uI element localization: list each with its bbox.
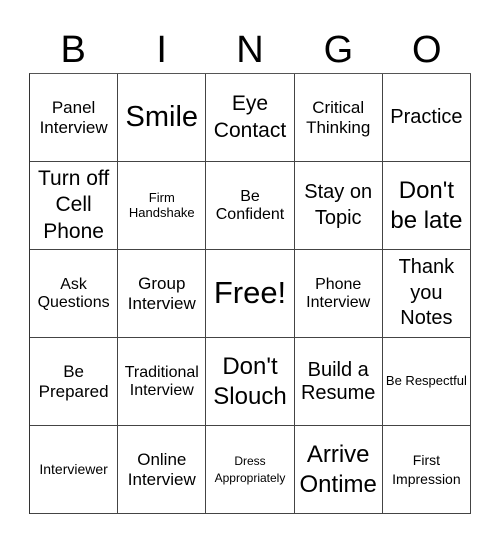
bingo-cell[interactable]: Dress Appropriately: [206, 426, 295, 514]
bingo-cell[interactable]: Online Interview: [118, 426, 207, 514]
bingo-cell[interactable]: Be Respectful: [382, 338, 471, 426]
bingo-header: B I N G O: [29, 28, 471, 72]
bingo-cell[interactable]: Smile: [118, 74, 207, 162]
bingo-cell[interactable]: Critical Thinking: [294, 74, 383, 162]
bingo-cell[interactable]: Traditional Interview: [118, 338, 207, 426]
header-letter-i: I: [156, 29, 167, 71]
bingo-cell[interactable]: Practice: [382, 74, 471, 162]
free-space[interactable]: Free!: [206, 250, 295, 338]
header-letter-g: G: [323, 29, 354, 71]
header-letter-n: N: [236, 29, 264, 71]
bingo-cell[interactable]: Firm Handshake: [118, 162, 207, 250]
bingo-cell[interactable]: Phone Interview: [294, 250, 383, 338]
bingo-grid: Panel Interview Smile Eye Contact Critic…: [29, 73, 471, 514]
bingo-cell[interactable]: Eye Contact: [206, 74, 295, 162]
bingo-cell[interactable]: Don't Slouch: [206, 338, 295, 426]
bingo-cell[interactable]: First Impression: [382, 426, 471, 514]
bingo-cell[interactable]: Build a Resume: [294, 338, 383, 426]
bingo-cell[interactable]: Arrive Ontime: [294, 426, 383, 514]
header-letter-b: B: [60, 29, 86, 71]
bingo-cell[interactable]: Interviewer: [30, 426, 119, 514]
bingo-cell[interactable]: Stay on Topic: [294, 162, 383, 250]
header-letter-o: O: [412, 29, 442, 71]
bingo-cell[interactable]: Be Prepared: [30, 338, 119, 426]
bingo-cell[interactable]: Ask Questions: [30, 250, 119, 338]
bingo-cell[interactable]: Thank you Notes: [382, 250, 471, 338]
bingo-cell[interactable]: Be Confident: [206, 162, 295, 250]
bingo-cell[interactable]: Group Interview: [118, 250, 207, 338]
bingo-cell[interactable]: Turn off Cell Phone: [30, 162, 119, 250]
bingo-cell[interactable]: Panel Interview: [30, 74, 119, 162]
bingo-cell[interactable]: Don't be late: [382, 162, 471, 250]
